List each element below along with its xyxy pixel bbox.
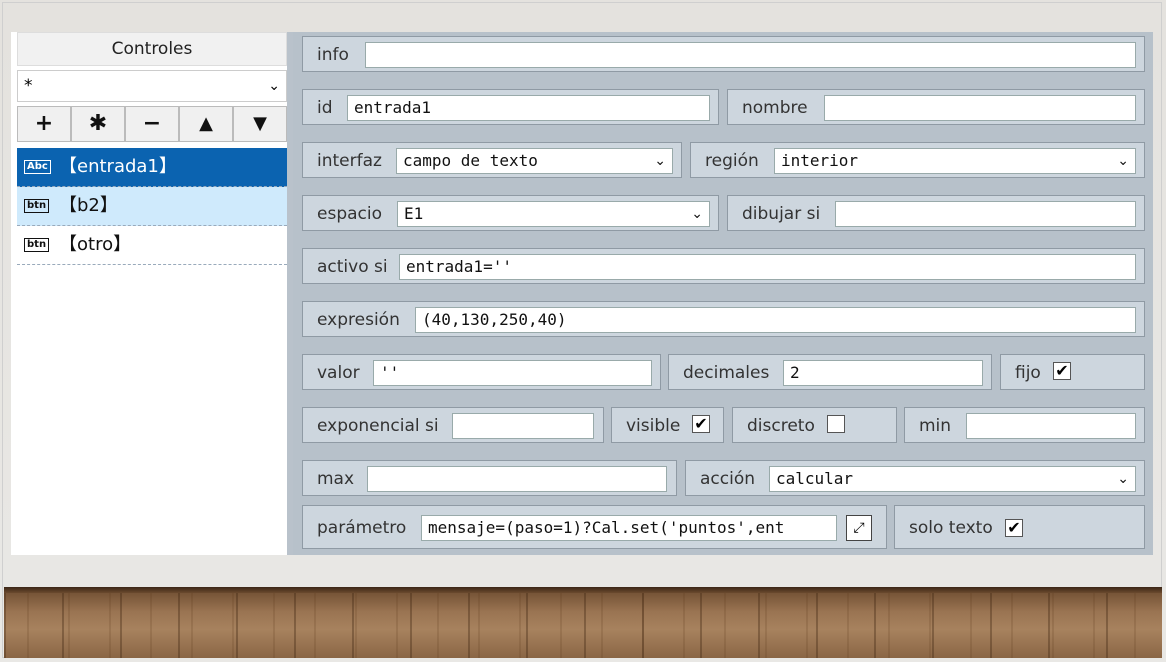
min-field: min [904, 407, 1145, 443]
info-input[interactable] [365, 42, 1136, 68]
parametro-label: parámetro [317, 518, 407, 538]
chevron-down-icon: ⌄ [1117, 153, 1129, 169]
valor-field: valor '' [302, 354, 661, 390]
exponencial-input[interactable] [452, 413, 594, 439]
id-label: id [317, 98, 333, 118]
chevron-down-icon: ⌄ [1117, 471, 1129, 487]
espacio-field: espacio E1 ⌄ [302, 195, 719, 231]
id-input[interactable]: entrada1 [347, 95, 710, 121]
decimales-label: decimales [683, 363, 770, 383]
fijo-label: fijo [1015, 363, 1041, 383]
expand-icon[interactable]: ⤢ [846, 515, 872, 541]
fijo-checkbox[interactable]: ✔ [1053, 362, 1071, 380]
activo-label: activo si [317, 257, 388, 277]
accion-select[interactable]: calcular ⌄ [769, 466, 1136, 492]
chevron-down-icon: ⌄ [268, 78, 280, 94]
espacio-select[interactable]: E1 ⌄ [397, 201, 710, 227]
espacio-value: E1 [404, 204, 424, 223]
move-up-button[interactable]: ▲ [179, 106, 233, 142]
duplicate-button[interactable]: ✱ [71, 106, 125, 142]
solotexto-checkbox[interactable]: ✔ [1005, 519, 1023, 537]
accion-field: acción calcular ⌄ [685, 460, 1145, 496]
list-item[interactable]: Abc 【entrada1】 [17, 148, 287, 187]
expresion-input[interactable]: (40,130,250,40) [415, 307, 1136, 333]
dibujar-input[interactable] [835, 201, 1136, 227]
wooden-floor-image [4, 587, 1162, 658]
decimales-field: decimales 2 [668, 354, 992, 390]
discreto-checkbox[interactable] [827, 415, 845, 433]
chevron-down-icon: ⌄ [691, 206, 703, 222]
discreto-label: discreto [747, 416, 815, 436]
properties-panel: info id entrada1 nombre interfaz campo d… [293, 32, 1153, 555]
visible-field: visible ✔ [611, 407, 724, 443]
interfaz-field: interfaz campo de texto ⌄ [302, 142, 682, 178]
max-field: max [302, 460, 677, 496]
activo-input[interactable]: entrada1='' [399, 254, 1136, 280]
nombre-field: nombre [727, 89, 1145, 125]
nombre-input[interactable] [824, 95, 1136, 121]
exponencial-field: exponencial si [302, 407, 604, 443]
remove-button[interactable]: − [125, 106, 179, 142]
parametro-input[interactable]: mensaje=(paso=1)?Cal.set('puntos',ent [421, 515, 837, 541]
visible-checkbox[interactable]: ✔ [692, 415, 710, 433]
controls-toolbar: + ✱ − ▲ ▼ [17, 106, 287, 142]
list-item-label: 【otro】 [59, 234, 132, 255]
controls-filter-select[interactable]: * ⌄ [17, 70, 287, 102]
button-icon: btn [24, 238, 50, 252]
max-label: max [317, 469, 355, 489]
region-value: interior [781, 151, 859, 170]
parametro-field: parámetro mensaje=(paso=1)?Cal.set('punt… [302, 505, 887, 549]
region-label: región [705, 151, 759, 171]
info-field: info [302, 36, 1145, 72]
region-field: región interior ⌄ [690, 142, 1145, 178]
accion-label: acción [700, 469, 756, 489]
chevron-down-icon: ⌄ [654, 153, 666, 169]
min-input[interactable] [966, 413, 1136, 439]
controls-title: Controles [17, 32, 287, 66]
expresion-label: expresión [317, 310, 400, 330]
button-icon: btn [24, 199, 50, 213]
controls-filter-value: * [24, 76, 33, 96]
move-down-button[interactable]: ▼ [233, 106, 287, 142]
visible-label: visible [626, 416, 681, 436]
add-button[interactable]: + [17, 106, 71, 142]
activo-field: activo si entrada1='' [302, 248, 1145, 284]
accion-value: calcular [776, 469, 854, 488]
decimales-input[interactable]: 2 [783, 360, 983, 386]
exponencial-label: exponencial si [317, 416, 439, 436]
list-item[interactable]: btn 【otro】 [17, 226, 287, 265]
valor-input[interactable]: '' [373, 360, 652, 386]
espacio-label: espacio [317, 204, 382, 224]
textfield-icon: Abc [24, 160, 51, 174]
nombre-label: nombre [742, 98, 808, 118]
max-input[interactable] [367, 466, 667, 492]
expresion-field: expresión (40,130,250,40) [302, 301, 1145, 337]
dibujar-field: dibujar si [727, 195, 1145, 231]
dibujar-label: dibujar si [742, 204, 821, 224]
solotexto-label: solo texto [909, 518, 993, 538]
id-field: id entrada1 [302, 89, 719, 125]
valor-label: valor [317, 363, 360, 383]
list-item-label: 【b2】 [59, 195, 118, 216]
interfaz-select[interactable]: campo de texto ⌄ [396, 148, 673, 174]
discreto-field: discreto [732, 407, 897, 443]
interfaz-label: interfaz [317, 151, 382, 171]
controls-list: Abc 【entrada1】 btn 【b2】 btn 【otro】 [17, 148, 287, 265]
solotexto-field: solo texto ✔ [894, 505, 1145, 549]
min-label: min [919, 416, 952, 436]
list-item[interactable]: btn 【b2】 [17, 187, 287, 226]
interfaz-value: campo de texto [403, 151, 538, 170]
controls-panel: Controles * ⌄ + ✱ − ▲ ▼ Abc 【entrada1】 b… [11, 32, 293, 555]
fijo-field: fijo ✔ [1000, 354, 1145, 390]
list-item-label: 【entrada1】 [59, 156, 177, 177]
region-select[interactable]: interior ⌄ [774, 148, 1136, 174]
info-label: info [317, 45, 349, 65]
